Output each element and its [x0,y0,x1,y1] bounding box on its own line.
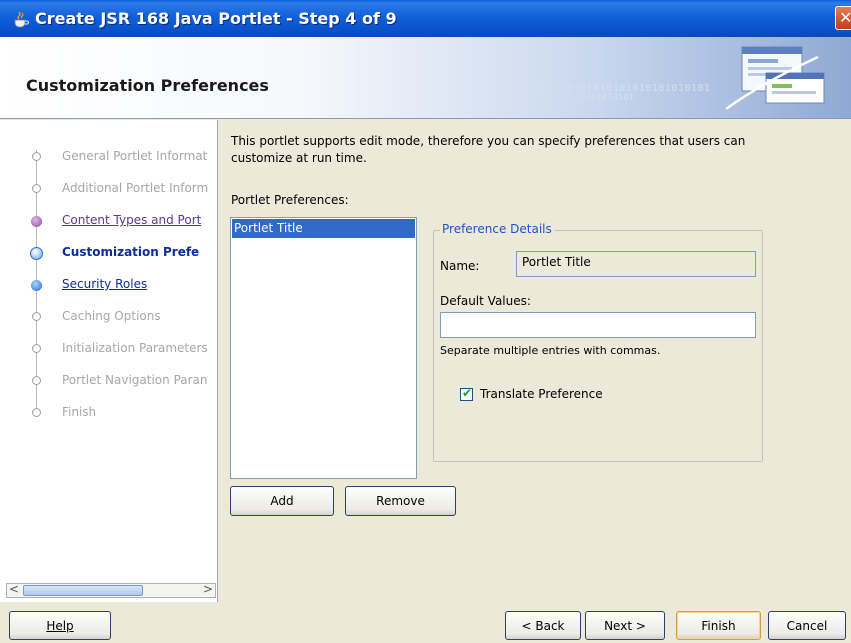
step-future-icon [32,408,41,417]
back-button[interactable]: < Back [505,611,581,640]
step-done-icon [32,184,41,193]
window-titlebar: Create JSR 168 Java Portlet - Step 4 of … [0,0,851,37]
name-field[interactable]: Portlet Title [516,251,756,277]
checkmark-icon: ✔ [462,386,473,400]
help-button-label: Help [46,618,74,633]
step-general-portlet-information[interactable]: General Portlet Informat [62,149,207,163]
step-future-icon [32,312,41,321]
close-window-button[interactable]: ✕ [835,6,851,30]
step-future-icon [32,376,41,385]
preferences-label: Portlet Preferences: [231,193,349,207]
scroll-left-icon[interactable]: < [9,582,19,596]
close-icon: ✕ [839,8,851,27]
decorative-binary-text-2: 0101010101 [580,93,635,103]
step-portlet-navigation-parameters: Portlet Navigation Paran [62,373,208,387]
wizard-header-banner: Customization Preferences 01010101010101… [0,37,851,119]
window-title: Create JSR 168 Java Portlet - Step 4 of … [35,9,397,28]
java-cup-icon [14,11,29,28]
default-values-hint: Separate multiple entries with commas. [440,344,661,357]
finish-button-label: Finish [701,618,736,633]
step-future-icon [32,344,41,353]
list-item[interactable]: Portlet Title [232,219,415,238]
preferences-list[interactable]: Portlet Title [230,217,417,479]
default-values-input[interactable] [440,312,756,338]
preference-details-legend: Preference Details [440,222,554,236]
step-visited-icon [31,216,42,227]
step-current-icon [30,247,43,260]
intro-text: This portlet supports edit mode, therefo… [231,134,746,165]
cancel-button-label: Cancel [786,618,828,633]
step-customization-preferences[interactable]: Customization Prefe [62,245,199,259]
scrollbar-thumb[interactable] [23,585,143,596]
finish-button[interactable]: Finish [676,611,761,640]
preference-details-group: Preference Details Name: Portlet Title D… [433,222,763,462]
help-button[interactable]: Help [9,611,111,640]
steps-horizontal-scrollbar[interactable]: < > [6,582,216,598]
back-button-label: < Back [521,618,565,633]
step-security-roles[interactable]: Security Roles [62,277,147,291]
scroll-right-icon[interactable]: > [203,582,213,596]
cancel-button[interactable]: Cancel [768,611,846,640]
step-additional-portlet-information[interactable]: Additional Portlet Inform [62,181,208,195]
remove-button[interactable]: Remove [345,486,456,516]
wizard-content: This portlet supports edit mode, therefo… [219,120,851,602]
step-caching-options: Caching Options [62,309,161,323]
step-done-icon [32,152,41,161]
wizard-steps-panel: General Portlet Informat Additional Port… [0,120,218,602]
default-values-label: Default Values: [440,294,531,308]
step-initialization-parameters: Initialization Parameters [62,341,208,355]
wizard-footer: Help < Back Next > Finish Cancel [0,602,851,643]
next-button[interactable]: Next > [585,611,665,640]
step-next-icon [31,280,42,291]
next-button-label: Next > [604,618,646,633]
wizard-graphic-icon [725,46,825,111]
step-content-types[interactable]: Content Types and Port [62,213,201,227]
name-label: Name: [440,259,480,273]
translate-preference-checkbox[interactable]: ✔ [460,386,473,401]
translate-preference-label[interactable]: Translate Preference [480,387,603,401]
add-button[interactable]: Add [230,486,334,516]
page-title: Customization Preferences [26,76,269,95]
step-finish: Finish [62,405,97,419]
